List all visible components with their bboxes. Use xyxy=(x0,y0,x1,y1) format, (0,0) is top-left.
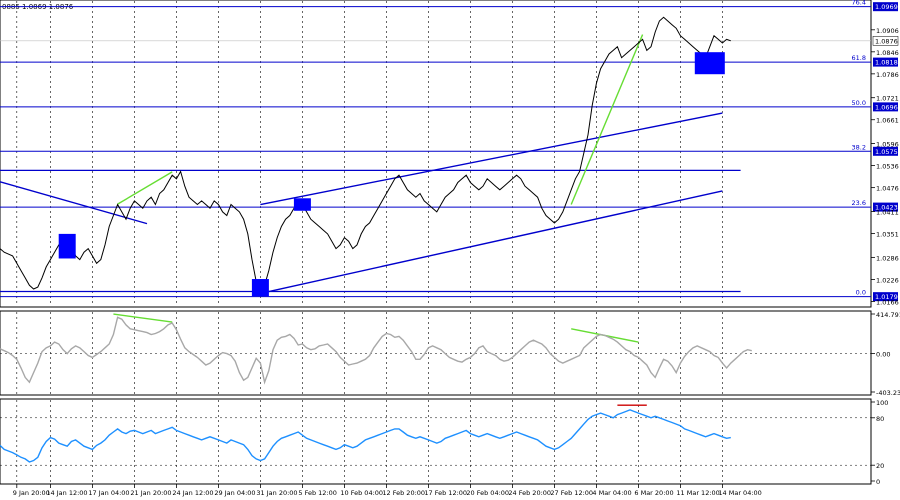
y-tick-label: 1.0536 xyxy=(876,163,899,171)
x-tick-label: 5 Feb 12:00 xyxy=(298,489,337,497)
y-tick-label: 1.0906 xyxy=(876,27,899,35)
y-tick-label: 1.0351 xyxy=(876,231,899,239)
x-tick-label: 27 Feb 12:00 xyxy=(550,489,593,497)
x-tick-label: 9 Jan 20:00 xyxy=(13,489,50,497)
y-tick-label: 0.00 xyxy=(876,351,890,359)
y-tick-label: 414.7912 xyxy=(876,311,900,319)
x-tick-label: 17 Jan 04:00 xyxy=(88,489,129,497)
y-tick-label: 1.0226 xyxy=(876,276,899,284)
y-tick-label: 20 xyxy=(876,462,884,470)
y-tick-label: 1.0166 xyxy=(876,298,899,306)
x-tick-label: 10 Feb 04:00 xyxy=(340,489,383,497)
trading-chart: 0885 1.0869 1.0876 76.41.096961.81.08185… xyxy=(0,0,900,500)
x-tick-label: 24 Jan 12:00 xyxy=(172,489,213,497)
fib-level-value: 1.0818 xyxy=(875,59,898,67)
signal-marker xyxy=(694,52,725,75)
x-tick-label: 14 Mar 04:00 xyxy=(718,489,761,497)
y-tick-label: 0 xyxy=(876,478,880,486)
y-tick-label: 1.0476 xyxy=(876,185,899,193)
y-tick-label: 100 xyxy=(876,399,888,407)
y-tick-label: 1.0721 xyxy=(876,95,899,103)
y-tick-label: 1.0596 xyxy=(876,141,899,149)
fib-level-label: 76.4 xyxy=(852,0,866,7)
x-tick-label: 11 Mar 12:00 xyxy=(676,489,719,497)
y-tick-label: 1.0846 xyxy=(876,49,899,57)
y-tick-label: 1.0786 xyxy=(876,71,899,79)
y-tick-label: -403.234 xyxy=(876,389,900,397)
y-tick-label: 1.0661 xyxy=(876,117,899,125)
fib-level-label: 61.8 xyxy=(852,54,866,62)
fib-level-value: 1.0969 xyxy=(875,3,898,11)
x-tick-label: 31 Jan 20:00 xyxy=(256,489,297,497)
signal-marker xyxy=(293,198,311,211)
x-tick-label: 24 Feb 20:00 xyxy=(508,489,551,497)
signal-marker xyxy=(58,233,76,259)
fib-level-value: 1.0575 xyxy=(875,148,898,156)
fib-level-value: 1.0696 xyxy=(875,103,898,111)
x-tick-label: 29 Jan 04:00 xyxy=(214,489,255,497)
x-tick-label: 6 Mar 20:00 xyxy=(634,489,673,497)
x-tick-label: 21 Jan 20:00 xyxy=(130,489,171,497)
fib-level-label: 38.2 xyxy=(852,143,866,151)
current-price-label: 1.0876 xyxy=(875,37,898,45)
y-tick-label: 1.0286 xyxy=(876,254,899,262)
fib-level-label: 50.0 xyxy=(852,99,866,107)
x-tick-label: 17 Feb 12:00 xyxy=(424,489,467,497)
y-tick-label: 1.0411 xyxy=(876,208,899,216)
signal-marker xyxy=(251,279,269,297)
y-tick-label: 80 xyxy=(876,415,884,423)
x-tick-label: 20 Feb 04:00 xyxy=(466,489,509,497)
fib-level-label: 23.6 xyxy=(852,199,866,207)
x-tick-label: 14 Jan 12:00 xyxy=(46,489,87,497)
x-tick-label: 12 Feb 20:00 xyxy=(382,489,425,497)
x-tick-label: 4 Mar 04:00 xyxy=(592,489,631,497)
fib-level-label: 0.0 xyxy=(856,289,866,297)
